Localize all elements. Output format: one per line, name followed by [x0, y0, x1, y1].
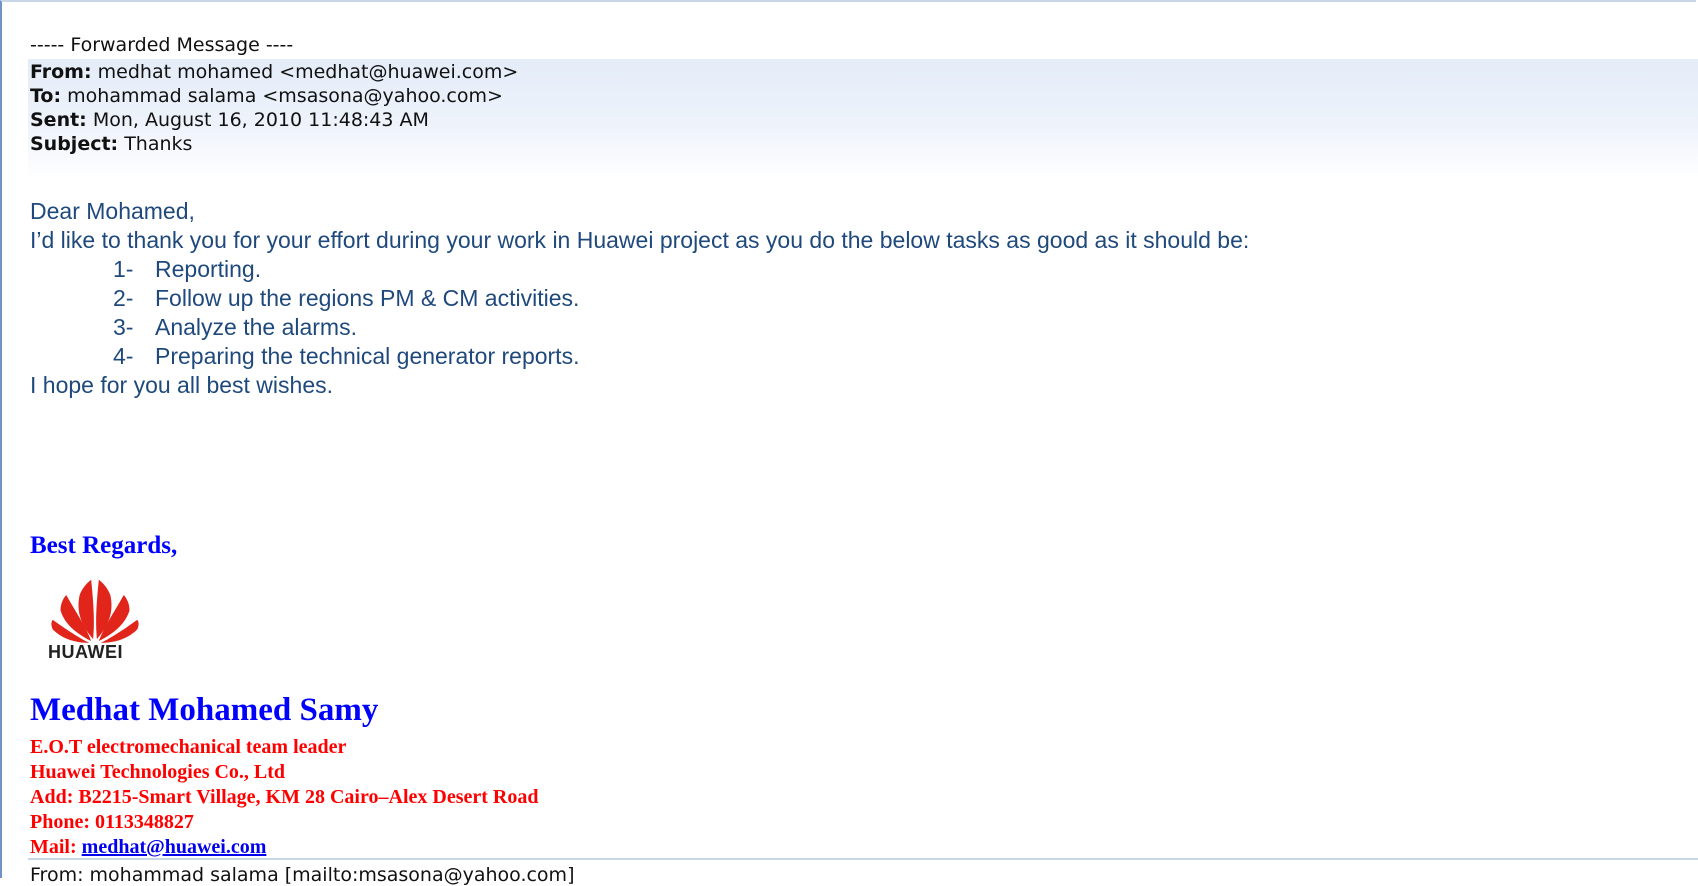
message-frame: ----- Forwarded Message ---- From: medha… [0, 0, 1698, 886]
signature-mail-link[interactable]: medhat@huawei.com [82, 836, 267, 858]
forwarded-headers: From: medhat mohamed <medhat@huawei.com>… [28, 59, 1698, 179]
header-subject-value: Thanks [124, 133, 193, 155]
header-to-value[interactable]: mohammad salama <msasona@yahoo.com> [67, 85, 503, 107]
task-item: 2- Follow up the regions PM & CM activiti… [113, 284, 579, 313]
task-text: Analyze the alarms. [155, 314, 357, 340]
forwarded-message-separator: ----- Forwarded Message ---- [30, 34, 294, 56]
task-item: 4- Preparing the technical generator repo… [113, 342, 579, 371]
header-from-value[interactable]: medhat mohamed <medhat@huawei.com> [98, 61, 519, 83]
signature-mail: Mail: medhat@huawei.com [30, 835, 266, 860]
best-regards: Best Regards, [30, 532, 178, 559]
header-to: To: mohammad salama <msasona@yahoo.com> [30, 83, 503, 110]
task-item: 1- Reporting. [113, 255, 261, 284]
header-sent: Sent: Mon, August 16, 2010 11:48:43 AM [30, 107, 429, 134]
signature-address: Add: B2215-Smart Village, KM 28 Cairo–Al… [30, 786, 539, 808]
message-divider [28, 858, 1698, 860]
task-number: 4- [113, 343, 134, 369]
signature-title: E.O.T electromechanical team leader [30, 736, 347, 758]
signature-phone: Phone: 0113348827 [30, 811, 194, 833]
header-from: From: medhat mohamed <medhat@huawei.com> [30, 59, 518, 86]
task-number: 2- [113, 285, 134, 311]
huawei-logo-text: HUAWEI [48, 642, 123, 662]
task-number: 1- [113, 256, 134, 282]
next-message-from: From: mohammad salama [mailto:msasona@ya… [30, 864, 575, 886]
task-number: 3- [113, 314, 134, 340]
signature-name: Medhat Mohamed Samy [30, 692, 379, 728]
header-sent-label: Sent: [30, 109, 87, 131]
header-subject: Subject: Thanks [30, 131, 192, 158]
signature-mail-label: Mail: [30, 836, 82, 858]
closing-line: I hope for you all best wishes. [30, 372, 333, 398]
task-text: Reporting. [155, 256, 262, 282]
header-sent-value: Mon, August 16, 2010 11:48:43 AM [92, 109, 429, 131]
task-text: Follow up the regions PM & CM activities… [155, 285, 580, 311]
task-item: 3- Analyze the alarms. [113, 313, 357, 342]
signature-company: Huawei Technologies Co., Ltd [30, 761, 286, 783]
greeting: Dear Mohamed, [30, 198, 195, 224]
header-from-label: From: [30, 61, 92, 83]
intro-paragraph: I’d like to thank you for your effort du… [30, 227, 1250, 253]
header-to-label: To: [30, 85, 62, 107]
task-text: Preparing the technical generator report… [155, 343, 580, 369]
header-subject-label: Subject: [30, 133, 119, 155]
